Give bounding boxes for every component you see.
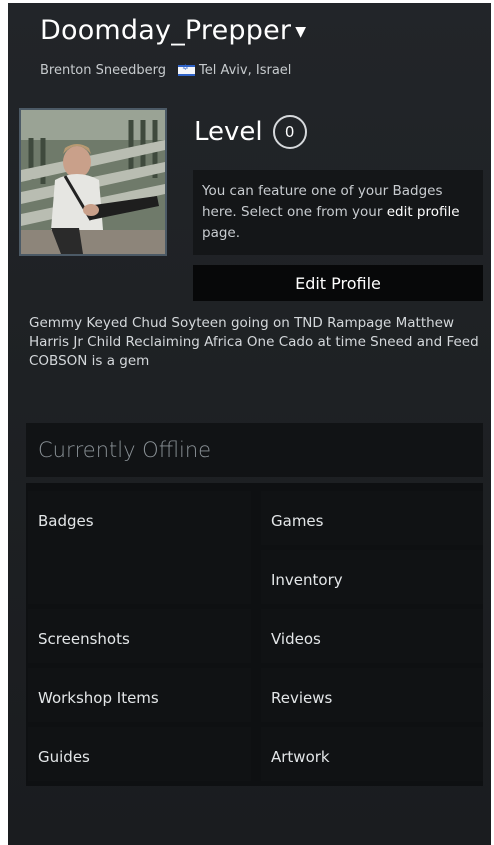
link-games[interactable]: Games	[261, 491, 483, 545]
level-row: Level 0	[194, 115, 307, 149]
link-badges[interactable]: Badges	[28, 491, 251, 604]
link-reviews-label: Reviews	[271, 689, 333, 707]
link-videos[interactable]: Videos	[261, 609, 483, 663]
username-text: Doomday_Prepper	[40, 15, 292, 46]
link-inventory-label: Inventory	[271, 571, 343, 589]
link-games-label: Games	[271, 512, 324, 530]
avatar	[19, 108, 167, 256]
online-status: Currently Offline	[26, 423, 483, 477]
location: Tel Aviv, Israel	[199, 63, 292, 78]
link-guides[interactable]: Guides	[28, 727, 251, 781]
link-artwork-label: Artwork	[271, 748, 330, 766]
link-badges-label: Badges	[38, 512, 94, 530]
badge-feature-text-end: page.	[202, 225, 241, 241]
real-name: Brenton Sneedberg	[40, 63, 166, 78]
link-guides-label: Guides	[38, 748, 90, 766]
avatar-image	[21, 110, 165, 254]
link-workshop-label: Workshop Items	[38, 689, 159, 707]
link-reviews[interactable]: Reviews	[261, 668, 483, 722]
profile-page: Doomday_Prepper▼ Brenton Sneedberg Tel A…	[8, 3, 491, 845]
israel-flag-icon	[178, 63, 195, 76]
profile-summary: Gemmy Keyed Chud Soyteen going on TND Ra…	[29, 315, 479, 369]
caret-down-icon[interactable]: ▼	[295, 24, 306, 40]
edit-profile-button[interactable]: Edit Profile	[193, 265, 483, 301]
real-name-row: Brenton Sneedberg Tel Aviv, Israel	[40, 63, 291, 78]
link-screenshots[interactable]: Screenshots	[28, 609, 251, 663]
link-workshop[interactable]: Workshop Items	[28, 668, 251, 722]
level-badge[interactable]: 0	[272, 115, 307, 149]
featured-badge-placeholder: You can feature one of your Badges here.…	[193, 170, 483, 255]
link-inventory[interactable]: Inventory	[261, 550, 483, 604]
profile-username[interactable]: Doomday_Prepper ▼	[40, 15, 306, 46]
level-label: Level	[194, 117, 263, 147]
edit-profile-link[interactable]: edit profile	[387, 204, 460, 220]
link-videos-label: Videos	[271, 630, 321, 648]
profile-links-panel: Badges Games Inventory Screenshots Video…	[26, 483, 483, 786]
link-screenshots-label: Screenshots	[38, 630, 130, 648]
link-artwork[interactable]: Artwork	[261, 727, 483, 781]
